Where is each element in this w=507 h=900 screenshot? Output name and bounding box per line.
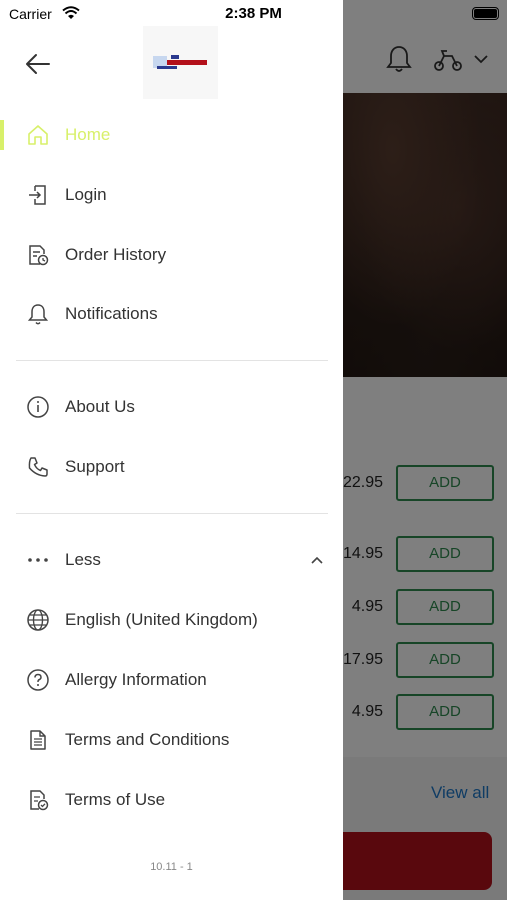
menu-item-label: Terms of Use — [65, 790, 166, 809]
app-version: 10.11 - 1 — [150, 861, 193, 873]
bell-icon — [25, 301, 51, 327]
menu-item-label: Allergy Information — [65, 670, 207, 689]
menu-item-support[interactable]: Support — [0, 442, 343, 492]
login-icon — [25, 182, 51, 208]
question-icon — [25, 667, 51, 693]
back-arrow-icon[interactable] — [24, 50, 52, 78]
home-icon — [25, 122, 51, 148]
logo-image — [152, 54, 207, 69]
menu-item-label: Notifications — [65, 304, 158, 323]
divider — [16, 513, 328, 514]
menu-item-notifications[interactable]: Notifications — [0, 289, 343, 339]
menu-item-label: Support — [65, 457, 125, 476]
restaurant-logo — [143, 26, 218, 99]
menu-item-label: Order History — [65, 245, 167, 264]
menu-item-home[interactable]: Home — [0, 110, 343, 160]
menu-item-label: About Us — [65, 397, 135, 416]
clock: 2:38 PM — [225, 5, 282, 22]
menu-item-order-history[interactable]: Order History — [0, 230, 343, 280]
menu-item-label: English (United Kingdom) — [65, 610, 258, 629]
menu-item-label: Terms and Conditions — [65, 730, 230, 749]
divider — [16, 360, 328, 361]
info-icon — [25, 394, 51, 420]
menu-item-label: Login — [65, 185, 107, 204]
navigation-drawer: Home Login Order History Notifications A… — [0, 0, 343, 900]
menu-item-login[interactable]: Login — [0, 170, 343, 220]
menu-item-terms-of-use[interactable]: Terms of Use — [0, 775, 343, 825]
menu-item-label: Home — [65, 125, 111, 144]
menu-toggle-label: Less — [65, 550, 101, 569]
globe-icon — [25, 607, 51, 633]
menu-toggle-less[interactable]: Less — [0, 535, 343, 585]
document-check-icon — [25, 787, 51, 813]
document-icon — [25, 727, 51, 753]
battery-icon — [472, 7, 499, 20]
menu-item-allergy-information[interactable]: Allergy Information — [0, 655, 343, 705]
menu-item-terms-and-conditions[interactable]: Terms and Conditions — [0, 715, 343, 765]
menu-item-language[interactable]: English (United Kingdom) — [0, 595, 343, 645]
more-dots-icon — [25, 547, 51, 573]
phone-icon — [25, 454, 51, 480]
menu-item-about-us[interactable]: About Us — [0, 382, 343, 432]
status-bar: Carrier 2:38 PM — [0, 0, 507, 28]
order-history-icon — [25, 242, 51, 268]
chevron-up-icon — [311, 556, 323, 564]
